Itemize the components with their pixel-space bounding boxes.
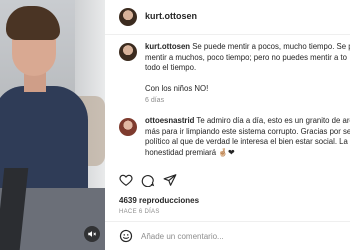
reel-video[interactable]: [0, 0, 105, 250]
action-bar: [119, 173, 177, 187]
caption-username[interactable]: kurt.ottosen: [145, 42, 190, 51]
comment-line-1: Te admiro día a día, esto es un granito …: [196, 116, 350, 125]
view-count: 4639 reproducciones: [119, 196, 200, 205]
speaker-muted-icon: [88, 231, 97, 237]
divider: [105, 221, 350, 222]
post-header: kurt.ottosen: [105, 0, 350, 35]
caption-line-4: Con los niños NO!: [145, 83, 209, 93]
caption-avatar[interactable]: [119, 43, 137, 61]
heart-icon[interactable]: [119, 173, 133, 187]
comment-line-2: más para ir limpiando este sistema corru…: [145, 126, 350, 136]
comment: ottoesnastrid Te admiro día a día, esto …: [145, 116, 350, 158]
post-age: HACE 6 DÍAS: [119, 209, 160, 215]
share-icon[interactable]: [163, 173, 177, 187]
caption-time: 6 días: [145, 97, 165, 105]
author-avatar[interactable]: [119, 8, 137, 26]
post-details-panel: kurt.ottosen kurt.ottosen Se puede menti…: [105, 0, 350, 250]
commenter-username[interactable]: ottoesnastrid: [145, 116, 194, 125]
emoji-icon[interactable]: [119, 229, 133, 243]
caption-line-1: Se puede mentir a pocos, mucho tiempo. S…: [192, 42, 350, 51]
comment-input[interactable]: Añade un comentario...: [141, 232, 224, 241]
add-comment-row: Añade un comentario...: [119, 229, 224, 243]
comment-line-4: honestidad premiará 🤞🏼❤: [145, 147, 235, 157]
person-hair: [6, 6, 60, 40]
post-caption: kurt.ottosen Se puede mentir a pocos, mu…: [145, 42, 350, 107]
author-username[interactable]: kurt.ottosen: [145, 11, 197, 21]
commenter-avatar[interactable]: [119, 118, 137, 136]
mute-button[interactable]: [84, 226, 100, 242]
comment-line-3: político al que de verdad le interesa el…: [145, 137, 348, 147]
caption-line-2: mentir a muchos, poco tiempo; pero no pu…: [145, 52, 347, 62]
comment-icon[interactable]: [141, 173, 155, 187]
caption-line-3: todo el tiempo.: [145, 63, 197, 73]
